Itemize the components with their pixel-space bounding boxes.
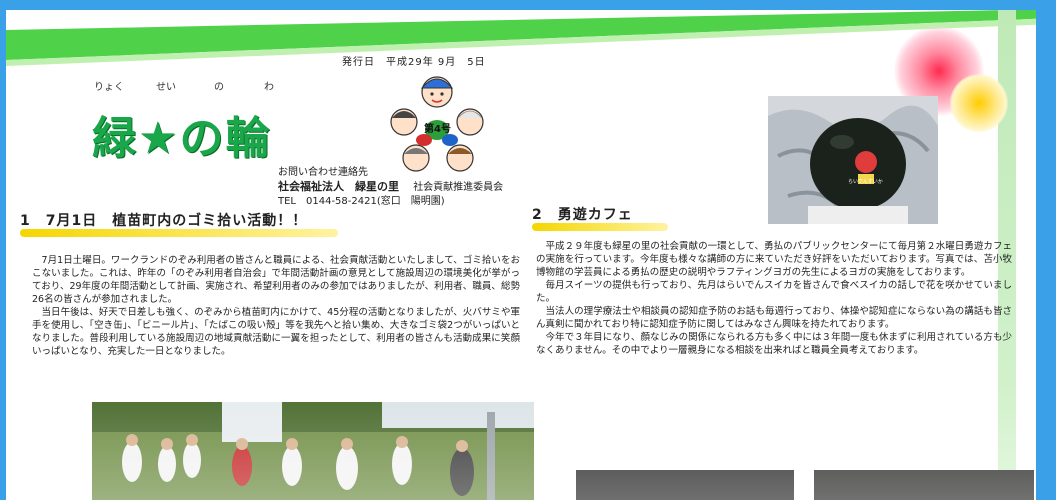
section2-paragraph-3: 当法人の理学療法士や相談員の認知症予防のお話も毎週行っており、体操や認知症になら… — [536, 306, 1012, 330]
section2-paragraph-2: 毎月スイーツの提供も行っており、先月はらいでんスイカを皆さんで食べスイカの話しで… — [536, 280, 1012, 304]
newsletter-title: 緑★の輪 — [92, 113, 272, 164]
cleanup-activity-photo — [92, 402, 534, 500]
title-ruby-1: りょく — [94, 82, 124, 93]
issue-number: 第4号 — [424, 124, 451, 135]
cafe-photo-2 — [814, 470, 1034, 500]
organization-name: 社会福祉法人 緑星の里 — [278, 180, 410, 193]
title-ruby-3: の — [214, 82, 224, 93]
issue-date: 発行日 平成29年 9月 5日 — [342, 57, 486, 68]
section2-body: 平成２９年度も緑星の里の社会貢献の一環として、勇払のパブリックセンターにて毎月第… — [536, 240, 1012, 357]
newsletter-page: 発行日 平成29年 9月 5日 りょく せい の わ 緑★の輪 第4号 お問い合… — [6, 10, 1036, 500]
yellow-circle-decoration — [950, 74, 1008, 132]
committee-name: 社会貢献推進委員会 — [413, 182, 504, 193]
section1-paragraph-2: 当日午後は、好天で日差しも強く、のぞみから植苗町内にかけて、45分程の活動となり… — [32, 307, 520, 357]
watermelon-photo: らいでんすいか — [768, 96, 938, 224]
contact-block: お問い合わせ連絡先 社会福祉法人 緑星の里 社会貢献推進委員会 TEL 0144… — [278, 166, 503, 209]
watermelon-label: らいでんすいか — [848, 179, 883, 185]
top-green-band — [6, 10, 1036, 66]
title-ruby-4: わ — [264, 82, 274, 93]
section2-paragraph-1: 平成２９年度も緑星の里の社会貢献の一環として、勇払のパブリックセンターにて毎月第… — [536, 241, 1012, 278]
section1-paragraph-1: 7月1日土曜日。ワークランドのぞみ利用者の皆さんと職員による、社会貢献活動といた… — [32, 255, 520, 305]
title-ruby-2: せい — [156, 82, 176, 93]
contact-label: お問い合わせ連絡先 — [278, 167, 368, 178]
section1-body: 7月1日土曜日。ワークランドのぞみ利用者の皆さんと職員による、社会貢献活動といた… — [32, 254, 520, 358]
section2-underline — [532, 223, 668, 231]
section2-heading: 2 勇遊カフェ — [532, 207, 633, 223]
cafe-photo-1 — [576, 470, 794, 500]
contact-tel: TEL 0144-58-2421(窓口 陽明園) — [278, 196, 445, 207]
section1-heading: 1 7月1日 植苗町内のゴミ拾い活動！！ — [20, 213, 308, 229]
section2-paragraph-4: 今年で３年目になり、顔なじみの関係になられる方も多く中には３年間一度も休まずに利… — [536, 332, 1012, 356]
section1-underline — [20, 229, 338, 237]
